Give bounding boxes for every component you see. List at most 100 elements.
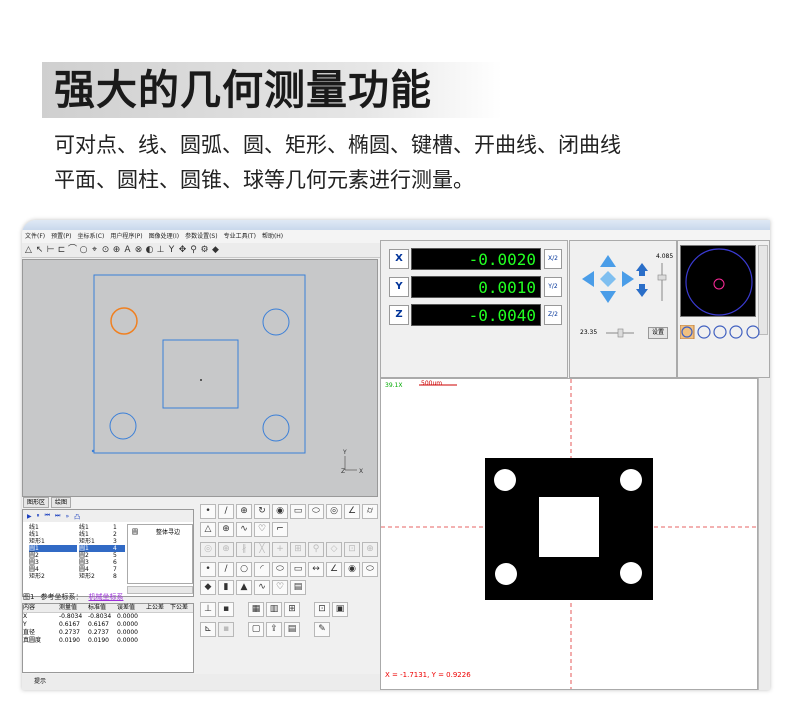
tool-arc-icon[interactable]: ⌒ bbox=[68, 244, 77, 257]
settings-button[interactable]: 设置 bbox=[648, 327, 668, 339]
tool-table-icon[interactable]: ▤ bbox=[290, 580, 306, 595]
light-mode-2-icon[interactable] bbox=[697, 325, 711, 339]
export-icon[interactable]: 凸 bbox=[74, 512, 80, 521]
menu-tools[interactable]: 专业工具(T) bbox=[224, 230, 256, 243]
list-item[interactable]: 线1 bbox=[29, 531, 77, 538]
list-item[interactable]: 矩形2 bbox=[29, 573, 77, 580]
tool-circle-icon[interactable]: ○ bbox=[236, 562, 252, 577]
chart-icon[interactable]: ▥ bbox=[266, 602, 282, 617]
z-up-icon[interactable] bbox=[636, 263, 648, 271]
tool-closed-curve-icon[interactable]: ♡ bbox=[272, 580, 288, 595]
menu-help[interactable]: 帮助(H) bbox=[262, 230, 283, 243]
tool-eye-icon[interactable]: ◉ bbox=[272, 504, 288, 519]
list-item[interactable]: 圆2 bbox=[29, 552, 77, 559]
tool-angle-icon[interactable]: ∠ bbox=[326, 562, 342, 577]
tool-rect-icon[interactable]: ▭ bbox=[290, 504, 306, 519]
copy-icon[interactable]: ▢ bbox=[248, 622, 264, 637]
probe-icon[interactable]: ✎ bbox=[314, 622, 330, 637]
camera-view[interactable]: 39.1X 500um X = -1.7131, Y = 0.9226 bbox=[380, 378, 758, 690]
list-icon[interactable]: ▤ bbox=[284, 622, 300, 637]
menu-params[interactable]: 参数设置(S) bbox=[185, 230, 218, 243]
tool-cone-icon[interactable]: ▲ bbox=[236, 580, 252, 595]
jog-down-icon[interactable] bbox=[600, 291, 616, 303]
tool-point-icon[interactable]: △ bbox=[24, 244, 33, 257]
circle-top-right[interactable] bbox=[262, 308, 290, 336]
zoom-in-icon[interactable]: ⊙ bbox=[101, 244, 110, 257]
tool-bracket-icon[interactable]: ⊏ bbox=[57, 244, 66, 257]
circle-bottom-left[interactable] bbox=[109, 412, 137, 440]
tool-line-icon[interactable]: / bbox=[218, 504, 234, 519]
coord-tool-icon[interactable]: ⊥ bbox=[200, 602, 216, 617]
align-tool-icon[interactable]: ⊾ bbox=[200, 622, 216, 637]
tool-ellipse-icon[interactable]: ⬭ bbox=[362, 562, 378, 577]
tool-angle-icon[interactable]: ∠ bbox=[344, 504, 360, 519]
tool-step-icon[interactable]: ⌐ bbox=[272, 522, 288, 537]
tool-rect-icon[interactable]: ▭ bbox=[290, 562, 306, 577]
table-row[interactable]: 真圆度 0.0190 0.0190 0.0000 bbox=[23, 637, 193, 645]
tool-circle-icon[interactable]: ○ bbox=[79, 244, 88, 257]
tool-curve-icon[interactable]: ∿ bbox=[254, 580, 270, 595]
play-icon[interactable]: ▶ bbox=[27, 513, 32, 520]
light-mode-3-icon[interactable] bbox=[713, 325, 727, 339]
dro-z-half-button[interactable]: Z/2 bbox=[544, 305, 562, 325]
tool-sphere-icon[interactable]: ⊕ bbox=[218, 522, 234, 537]
jog-center-icon[interactable] bbox=[600, 271, 616, 287]
dro-y-half-button[interactable]: Y/2 bbox=[544, 277, 562, 297]
highlighted-circle[interactable] bbox=[110, 307, 138, 335]
probe-icon[interactable]: ⚲ bbox=[189, 244, 198, 257]
list-item[interactable]: 圆3 bbox=[79, 559, 113, 566]
list-item[interactable]: 矩形1 bbox=[29, 538, 77, 545]
light-mode-5-icon[interactable] bbox=[746, 325, 760, 339]
circle-bottom-right[interactable] bbox=[262, 414, 290, 442]
tool-line-icon[interactable]: / bbox=[218, 562, 234, 577]
y-axis-icon[interactable]: Y bbox=[167, 244, 176, 257]
jog-up-icon[interactable] bbox=[600, 255, 616, 267]
menu-user-program[interactable]: 用户程序(P) bbox=[110, 230, 142, 243]
first-icon[interactable]: ⏮ bbox=[45, 512, 50, 520]
tool-dot-icon[interactable]: • bbox=[200, 504, 216, 519]
tool-target-icon[interactable]: ⌖ bbox=[90, 244, 99, 257]
menu-image[interactable]: 图像处理(I) bbox=[149, 230, 179, 243]
tool-cylinder-icon[interactable]: ▮ bbox=[218, 580, 234, 595]
tool-ellipse-icon[interactable]: ⬭ bbox=[308, 504, 324, 519]
report-icon[interactable]: ▦ bbox=[248, 602, 264, 617]
tab-drawing[interactable]: 绘图 bbox=[51, 497, 72, 508]
tool-slot-icon[interactable]: ⬭ bbox=[272, 562, 288, 577]
menu-file[interactable]: 文件(F) bbox=[25, 230, 45, 243]
tool-cone-icon[interactable]: △ bbox=[200, 522, 216, 537]
menu-coord[interactable]: 坐标系(C) bbox=[77, 230, 104, 243]
tool-closed-curve-icon[interactable]: ♡ bbox=[254, 522, 270, 537]
jog-right-icon[interactable] bbox=[622, 271, 634, 287]
list-item[interactable]: 圆3 bbox=[29, 559, 77, 566]
tool-open-curve-icon[interactable]: ∿ bbox=[236, 522, 252, 537]
cad-view[interactable]: Y Z X bbox=[22, 259, 378, 497]
list-item[interactable]: 线1 bbox=[79, 531, 113, 538]
tab-graphics[interactable]: 图形区 bbox=[23, 497, 50, 508]
perpendicular-icon[interactable]: ⊥ bbox=[156, 244, 165, 257]
table-row[interactable]: X -0.8034 -0.8034 0.0000 bbox=[23, 613, 193, 621]
tool-distance-icon[interactable]: ↔ bbox=[308, 562, 324, 577]
save-icon[interactable]: ▪ bbox=[218, 602, 234, 617]
list-item[interactable]: 线1 bbox=[29, 524, 77, 531]
menu-preset[interactable]: 预置(P) bbox=[51, 230, 71, 243]
list-item[interactable]: 圆2 bbox=[79, 552, 113, 559]
tool-cylinder-icon[interactable]: ⌭ bbox=[362, 504, 378, 519]
zoom-out-icon[interactable]: ⊕ bbox=[112, 244, 121, 257]
output-icon[interactable]: ⊡ bbox=[314, 602, 330, 617]
list-item[interactable]: 圆4 bbox=[29, 566, 77, 573]
thumbnail-scrollbar[interactable] bbox=[758, 245, 768, 335]
list-item[interactable]: 矩形1 bbox=[79, 538, 113, 545]
jog-left-icon[interactable] bbox=[582, 271, 594, 287]
right-scrollbar[interactable] bbox=[758, 378, 770, 690]
forward-icon[interactable]: » bbox=[65, 513, 69, 520]
tool-line-icon[interactable]: ↖ bbox=[35, 244, 44, 257]
tool-dot-icon[interactable]: • bbox=[200, 562, 216, 577]
tool-arc-icon[interactable]: ↻ bbox=[254, 504, 270, 519]
list-item[interactable]: 圆4 bbox=[79, 566, 113, 573]
delete-tool-icon[interactable]: ⊗ bbox=[134, 244, 143, 257]
outer-rectangle[interactable] bbox=[93, 274, 306, 454]
text-tool-icon[interactable]: A bbox=[123, 244, 132, 257]
coord-system-link[interactable]: 机械坐标系 bbox=[88, 592, 123, 602]
tool-distance-icon[interactable]: ⊢ bbox=[46, 244, 55, 257]
tool-target-icon[interactable]: ◉ bbox=[344, 562, 360, 577]
